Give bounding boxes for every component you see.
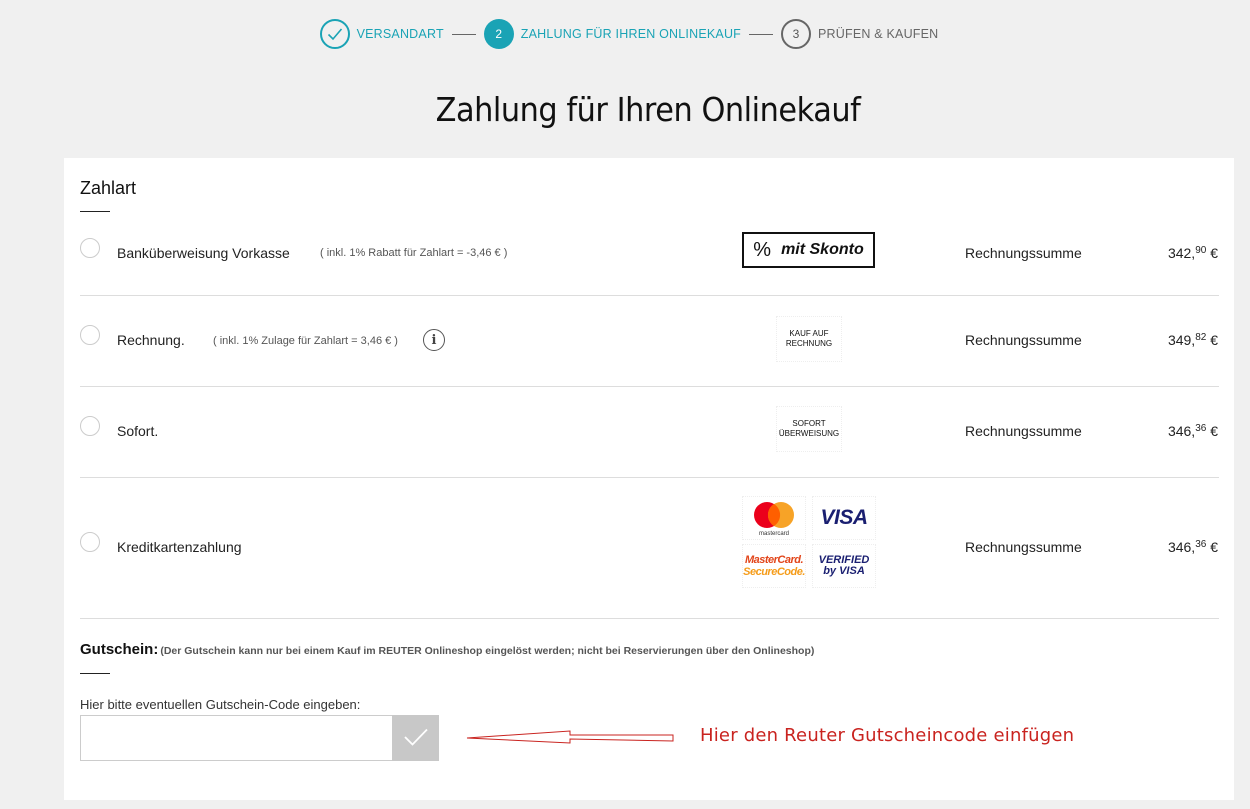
step-zahlung: 2 ZAHLUNG FÜR IHREN ONLINEKAUF [483,19,742,49]
payment-option-vorkasse[interactable]: Banküberweisung Vorkasse ( inkl. 1% Raba… [80,220,1219,296]
radio-kreditkarte[interactable] [80,532,100,552]
skonto-badge: % mit Skonto [742,232,875,268]
kauf-auf-rechnung-logo: KAUF AUF RECHNUNG [776,316,842,362]
radio-vorkasse[interactable] [80,238,100,258]
percent-icon: % [753,238,772,261]
voucher-submit-button[interactable] [392,715,439,761]
check-icon [319,19,350,49]
sofort-ueberweisung-logo: SOFORT ÜBERWEISUNG [776,406,842,452]
payment-method-note: ( inkl. 1% Rabatt für Zahlart = -3,46 € … [320,247,508,259]
voucher-code-input[interactable] [80,715,393,761]
checkout-stepper: VERSANDART 2 ZAHLUNG FÜR IHREN ONLINEKAU… [0,18,1250,50]
price: 346,36 € [1167,423,1218,439]
voucher-note: (Der Gutschein kann nur bei einem Kauf i… [160,645,815,657]
step-label: PRÜFEN & KAUFEN [818,27,939,41]
title-underline [80,211,110,212]
payment-method-name: Sofort. [117,423,159,439]
payment-card: Zahlart Banküberweisung Vorkasse ( inkl.… [64,158,1234,800]
step-pruefen: 3 PRÜFEN & KAUFEN [781,19,938,49]
payment-method-note: ( inkl. 1% Zulage für Zahlart = 3,46 € ) [213,335,398,347]
mastercard-securecode-logo: MasterCard. SecureCode. [742,544,806,588]
step-label: ZAHLUNG FÜR IHREN ONLINEKAUF [520,27,742,41]
payment-method-name: Kreditkartenzahlung [117,539,242,555]
verified-by-visa-logo: VERIFIED by VISA [812,544,876,588]
step-connector [451,33,476,35]
payment-method-name: Banküberweisung Vorkasse [117,245,290,261]
check-icon [403,727,429,750]
sum-label: Rechnungssumme [965,423,1082,439]
sum-label: Rechnungssumme [965,245,1082,261]
step-label: VERSANDART [356,27,444,41]
payment-option-sofort[interactable]: Sofort. SOFORT ÜBERWEISUNG Rechnungssumme… [80,387,1219,478]
info-icon[interactable]: i [423,329,445,351]
payment-option-kreditkarte[interactable]: Kreditkartenzahlung mastercard VISA Mast… [80,478,1219,619]
price: 346,36 € [1167,539,1218,555]
step-number: 3 [781,19,812,49]
sum-label: Rechnungssumme [965,539,1082,555]
voucher-title-underline [80,673,110,674]
section-title-zahlart: Zahlart [80,178,137,198]
sum-label: Rechnungssumme [965,332,1082,348]
voucher-title: Gutschein: (Der Gutschein kann nur bei ei… [80,641,815,658]
step-number: 2 [483,19,514,49]
price: 349,82 € [1167,332,1218,348]
step-connector [749,33,774,35]
visa-logo: VISA [812,496,876,540]
voucher-input-label: Hier bitte eventuellen Gutschein-Code ei… [80,697,361,712]
radio-sofort[interactable] [80,416,100,436]
step-versandart[interactable]: VERSANDART [319,19,444,49]
skonto-label: mit Skonto [781,241,864,258]
payment-method-name: Rechnung. [117,332,185,348]
payment-option-rechnung[interactable]: Rechnung. ( inkl. 1% Zulage für Zahlart … [80,296,1219,387]
credit-card-logos: mastercard VISA MasterCard. SecureCode. V… [742,496,876,588]
annotation-arrow-icon [466,730,674,744]
radio-rechnung[interactable] [80,325,100,345]
price: 342,90 € [1167,245,1218,261]
page-title: Zahlung für Ihren Onlinekauf [435,90,861,129]
annotation-text: Hier den Reuter Gutscheincode einfügen [700,725,1075,746]
mastercard-logo: mastercard [742,496,806,540]
